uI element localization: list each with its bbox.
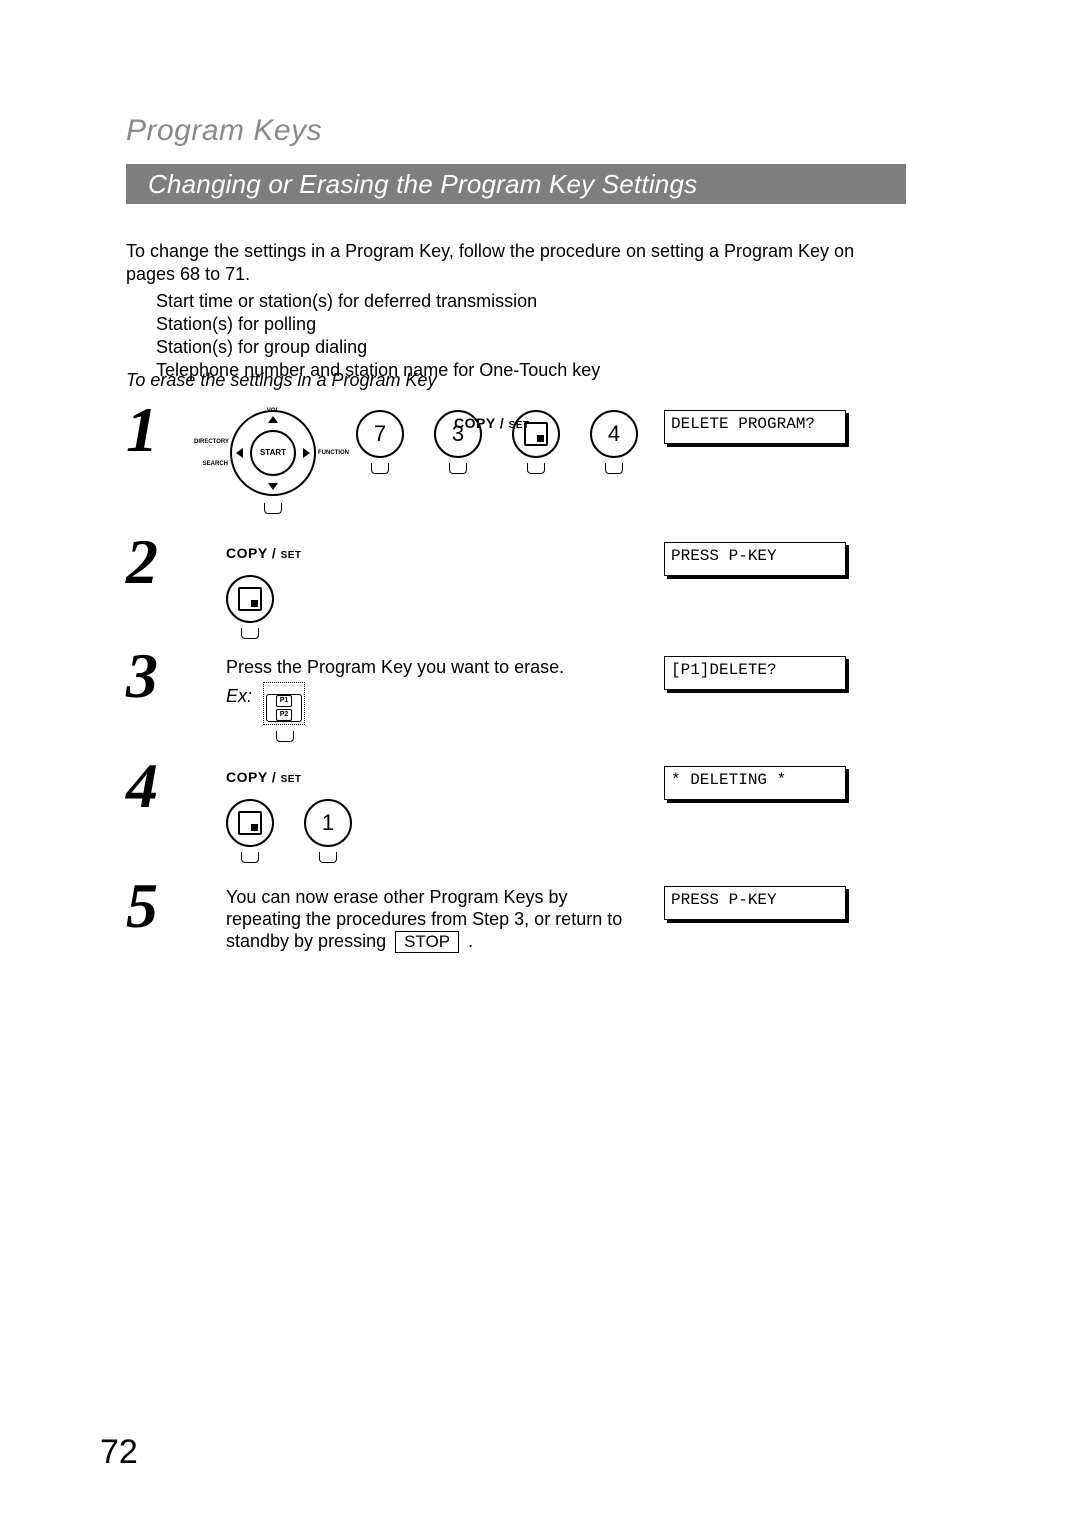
intro-bullet: Station(s) for polling — [156, 313, 896, 336]
key-set-icon — [512, 410, 560, 458]
press-indicator-icon — [371, 463, 389, 476]
intro-bullet: Start time or station(s) for deferred tr… — [156, 290, 896, 313]
press-indicator-icon — [241, 628, 259, 641]
key-set-icon — [226, 575, 274, 623]
step-2: 2 PRESS P-KEY COPY / SET — [126, 542, 898, 646]
press-indicator-icon — [319, 852, 337, 865]
example-label: Ex: — [226, 686, 252, 706]
key-set-icon — [226, 799, 274, 847]
step-5: 5 PRESS P-KEY You can now erase other Pr… — [126, 886, 898, 976]
key-7-icon: 7 — [356, 410, 404, 458]
stop-key-label: STOP — [395, 931, 459, 953]
step-4: 4 * DELETING * COPY / SET 1 — [126, 766, 898, 876]
erase-subtitle: To erase the settings in a Program Key — [126, 370, 437, 391]
function-dial-icon: VOL DIRECTORY SEARCH FUNCTION START — [230, 410, 316, 496]
intro-line: To change the settings in a Program Key,… — [126, 240, 896, 286]
key-4-icon: 4 — [590, 410, 638, 458]
section-title-bar: Changing or Erasing the Program Key Sett… — [126, 164, 906, 204]
press-indicator-icon — [605, 463, 623, 476]
lcd-display: [P1]DELETE? — [664, 656, 846, 690]
key-3-icon: 3 — [434, 410, 482, 458]
manual-page: Program Keys Changing or Erasing the Pro… — [0, 0, 1080, 1528]
press-indicator-icon — [527, 463, 545, 476]
step-1: 1 DELETE PROGRAM? COPY / SET VOL DIRECTO… — [126, 410, 898, 532]
press-indicator-icon — [276, 731, 294, 744]
step-number: 5 — [126, 874, 158, 938]
steps-list: 1 DELETE PROGRAM? COPY / SET VOL DIRECTO… — [126, 404, 898, 986]
step-3: 3 [P1]DELETE? Press the Program Key you … — [126, 656, 898, 756]
page-number: 72 — [100, 1433, 138, 1472]
step-5-text-b: . — [463, 931, 473, 951]
press-indicator-icon — [264, 503, 282, 516]
key-1-icon: 1 — [304, 799, 352, 847]
press-indicator-icon — [449, 463, 467, 476]
p1-p2-key-icon: P1 P2 — [266, 694, 302, 722]
lcd-display: DELETE PROGRAM? — [664, 410, 846, 444]
step-number: 4 — [126, 754, 158, 818]
step-number: 3 — [126, 644, 158, 708]
chapter-title: Program Keys — [126, 114, 322, 148]
intro-bullet: Station(s) for group dialing — [156, 336, 896, 359]
press-indicator-icon — [241, 852, 259, 865]
step-number: 2 — [126, 530, 158, 594]
lcd-display: PRESS P-KEY — [664, 886, 846, 920]
lcd-display: PRESS P-KEY — [664, 542, 846, 576]
step-number: 1 — [126, 398, 158, 462]
lcd-display: * DELETING * — [664, 766, 846, 800]
intro-block: To change the settings in a Program Key,… — [126, 240, 896, 382]
